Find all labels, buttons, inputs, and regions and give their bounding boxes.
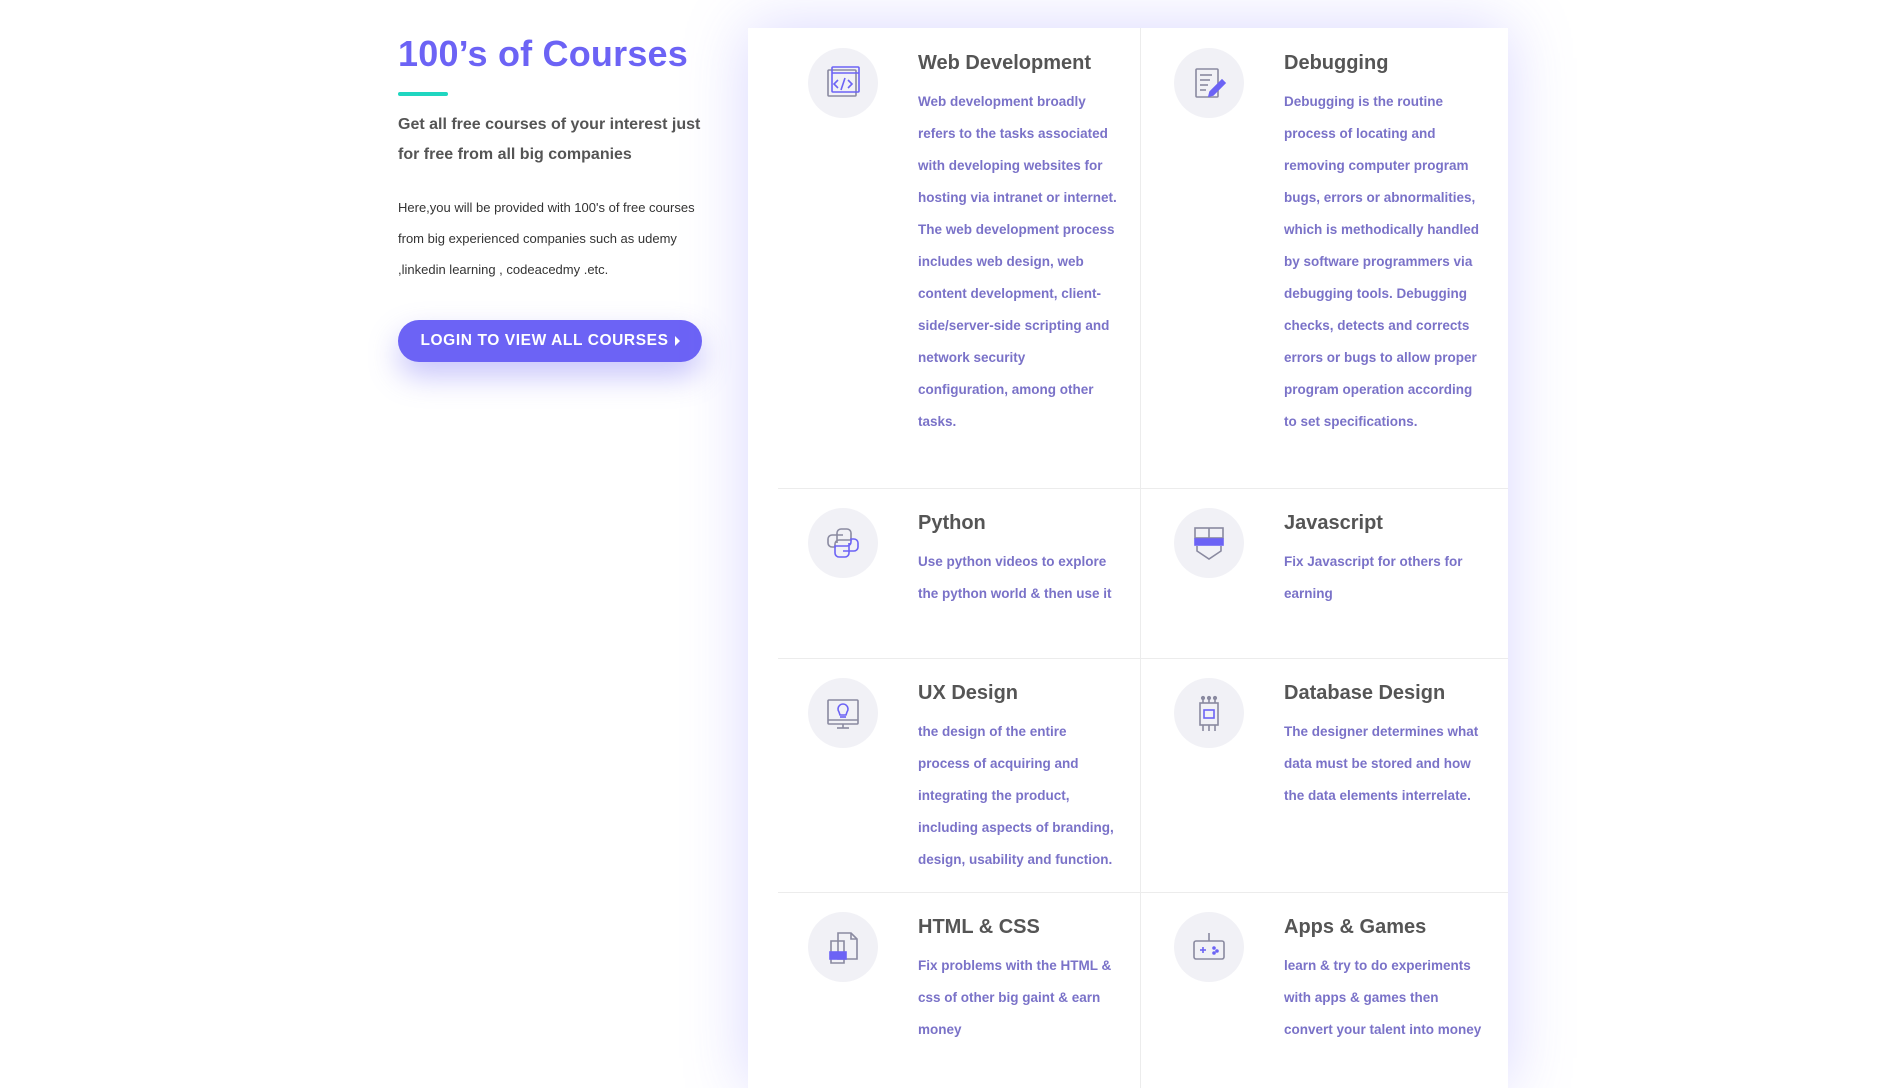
course-description: Use python videos to explore the python … <box>918 554 1112 601</box>
course-description: the design of the entire process of acqu… <box>918 724 1114 867</box>
course-title: HTML & CSS <box>918 916 1040 938</box>
course-description: learn & try to do experiments with apps … <box>1284 958 1482 1037</box>
course-description: The designer determines what data must b… <box>1284 724 1479 803</box>
caret-right-icon <box>674 336 680 346</box>
chip-icon <box>1174 678 1244 748</box>
grid-divider <box>778 658 1508 659</box>
python-icon <box>808 508 878 578</box>
course-title: Debugging <box>1284 52 1389 74</box>
grid-divider <box>778 488 1508 489</box>
courses-grid: Web Development Web development broadly … <box>748 28 1508 1088</box>
intro-section: 100’s of Courses Get all free courses of… <box>398 30 718 362</box>
course-description: Web development broadly refers to the ta… <box>918 94 1117 429</box>
intro-subtitle: Get all free courses of your interest ju… <box>398 116 701 163</box>
code-window-icon <box>808 48 878 118</box>
lightbulb-monitor-icon <box>808 678 878 748</box>
course-description: Fix Javascript for others for earning <box>1284 554 1463 601</box>
page-title: 100’s of Courses <box>398 33 688 74</box>
course-description: Fix problems with the HTML & css of othe… <box>918 958 1112 1037</box>
document-pen-icon <box>1174 48 1244 118</box>
cta-label: LOGIN TO VIEW ALL COURSES <box>420 332 669 349</box>
shield-icon <box>1174 508 1244 578</box>
grid-divider <box>778 892 1508 893</box>
course-title: Database Design <box>1284 682 1446 704</box>
files-icon <box>808 912 878 982</box>
course-title: Apps & Games <box>1284 916 1427 938</box>
title-underline <box>398 92 448 96</box>
gamepad-icon <box>1174 912 1244 982</box>
course-title: Python <box>918 512 986 534</box>
course-title: Javascript <box>1284 512 1383 534</box>
course-title: UX Design <box>918 682 1019 704</box>
intro-paragraph: Here,you will be provided with 100's of … <box>398 200 695 277</box>
grid-divider-vertical <box>1140 28 1141 1088</box>
login-to-view-courses-button[interactable]: LOGIN TO VIEW ALL COURSES <box>398 320 702 362</box>
course-title: Web Development <box>918 52 1091 74</box>
course-description: Debugging is the routine process of loca… <box>1284 94 1480 429</box>
